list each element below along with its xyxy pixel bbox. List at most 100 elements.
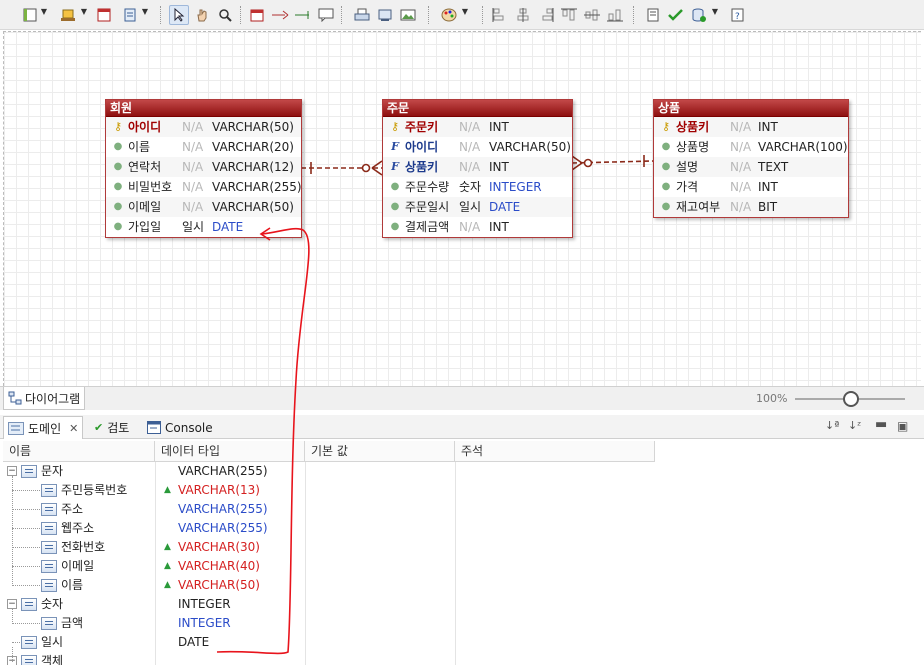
close-icon[interactable]: ✕ — [69, 422, 78, 435]
validate-icon[interactable] — [643, 5, 663, 25]
entity-column-row[interactable]: ● 연락처 N/A VARCHAR(12) — [106, 157, 301, 177]
entity-column-row[interactable]: ● 가입일 일시 DATE — [106, 217, 301, 237]
hand-icon[interactable] — [192, 5, 212, 25]
ddl-icon[interactable] — [689, 5, 709, 25]
entity-column-row[interactable]: F 상품키 N/A INT — [383, 157, 572, 177]
entity-column-row[interactable]: ⚷ 아이디 N/A VARCHAR(50) — [106, 117, 301, 137]
chevron-down-icon[interactable]: ▼ — [141, 7, 149, 16]
entity-column-row[interactable]: ● 비밀번호 N/A VARCHAR(255) — [106, 177, 302, 197]
column-header-default[interactable]: 기본 값 — [305, 441, 455, 462]
domain-row[interactable]: 이메일 ▲ VARCHAR(40) — [3, 557, 655, 576]
zoom-icon[interactable] — [215, 5, 235, 25]
tab-review[interactable]: ✔ 검토 — [90, 416, 133, 439]
zoom-slider-handle[interactable] — [843, 391, 859, 407]
align-left-icon[interactable] — [490, 5, 510, 25]
entity-column-row[interactable]: ● 이름 N/A VARCHAR(20) — [106, 137, 301, 157]
entity-column-row[interactable]: ● 이메일 N/A VARCHAR(50) — [106, 197, 301, 217]
collapse-toggle-icon[interactable]: − — [7, 466, 17, 476]
view-icon[interactable] — [120, 5, 140, 25]
chevron-down-icon[interactable]: ▼ — [711, 7, 719, 16]
column-header-type[interactable]: 데이터 타입 — [155, 441, 305, 462]
align-right-icon[interactable] — [536, 5, 556, 25]
column-type: DATE — [489, 200, 521, 214]
column-header-name[interactable]: 이름 — [3, 441, 155, 462]
align-bottom-icon[interactable] — [605, 5, 625, 25]
domain-group-row[interactable]: − 숫자 INTEGER — [3, 595, 655, 614]
entity-member[interactable]: 회원 ⚷ 아이디 N/A VARCHAR(50) ● 이름 N/A VARCHAR(20) ● 연… — [105, 99, 302, 238]
memo-icon[interactable] — [58, 5, 78, 25]
domain-row[interactable]: 이름 ▲ VARCHAR(50) — [3, 576, 655, 595]
column-icon: ● — [113, 181, 123, 192]
chevron-down-icon[interactable]: ▼ — [80, 7, 88, 16]
chevron-down-icon[interactable]: ▼ — [461, 7, 469, 16]
column-domain: 일시 — [459, 200, 482, 214]
entity-column-row[interactable]: ⚷ 상품키 N/A INT — [654, 117, 848, 137]
sort-descending-icon[interactable]: ↓ᶻ — [848, 419, 861, 432]
collapse-toggle-icon[interactable]: − — [7, 599, 17, 609]
relation-11-icon[interactable] — [293, 5, 313, 25]
entity-column-row[interactable]: ⚷ 주문키 N/A INT — [383, 117, 572, 137]
column-type: VARCHAR(50) — [489, 140, 571, 154]
tab-diagram[interactable]: 다이어그램 — [3, 387, 86, 410]
tree-connector — [12, 609, 13, 624]
column-icon: ● — [113, 221, 123, 232]
relation-1n-icon[interactable] — [270, 5, 290, 25]
domain-group-icon — [21, 655, 37, 665]
domain-icon — [41, 503, 57, 516]
entity-column-row[interactable]: ● 설명 N/A TEXT — [654, 157, 848, 177]
minimize-icon[interactable]: ▬ — [875, 417, 887, 432]
column-domain: N/A — [459, 140, 481, 154]
column-icon: ● — [661, 181, 671, 192]
align-center-icon[interactable] — [513, 5, 533, 25]
maximize-icon[interactable]: ▣ — [897, 419, 908, 433]
domain-row[interactable]: 웹주소 VARCHAR(255) — [3, 519, 655, 538]
entity-column-row[interactable]: ● 주문수량 숫자 INTEGER — [383, 177, 572, 197]
column-name: 주문키 — [405, 120, 439, 134]
column-header-comment[interactable]: 주석 — [455, 441, 655, 462]
tab-console[interactable]: Console — [143, 416, 217, 439]
image-icon[interactable] — [398, 5, 418, 25]
entity-column-row[interactable]: ● 재고여부 N/A BIT — [654, 197, 848, 217]
domain-group-row[interactable]: 일시 DATE — [3, 633, 655, 652]
color-icon[interactable] — [439, 5, 459, 25]
entity-column-row[interactable]: ● 상품명 N/A VARCHAR(100) — [654, 137, 848, 157]
domain-row[interactable]: 주민등록번호 ▲ VARCHAR(13) — [3, 481, 655, 500]
domain-row[interactable]: 주소 VARCHAR(255) — [3, 500, 655, 519]
domain-icon — [41, 484, 57, 497]
note-icon[interactable] — [316, 5, 336, 25]
check-icon[interactable] — [666, 5, 686, 25]
column-domain: N/A — [730, 120, 752, 134]
diagram-icon — [8, 391, 22, 405]
entity-column-row[interactable]: ● 가격 N/A INT — [654, 177, 848, 197]
sort-ascending-icon[interactable]: ↓ª — [825, 419, 839, 432]
entity-product[interactable]: 상품 ⚷ 상품키 N/A INT ● 상품명 N/A VARCHAR(100) ● 설명 N/A TE… — [653, 99, 849, 218]
select-icon[interactable] — [169, 5, 189, 25]
copy-image-icon[interactable] — [375, 5, 395, 25]
entity-column-row[interactable]: ● 결제금액 N/A INT — [383, 217, 572, 237]
primary-key-icon: ⚷ — [390, 120, 400, 133]
domain-group-row[interactable]: − 객체 — [3, 652, 655, 665]
domain-name: 문자 — [41, 464, 64, 478]
align-middle-icon[interactable] — [582, 5, 602, 25]
entity-order[interactable]: 주문 ⚷ 주문키 N/A INT F 아이디 N/A VARCHAR(50) F 상품키 N/A IN… — [382, 99, 573, 238]
help-icon[interactable]: ? — [728, 5, 748, 25]
column-type: INT — [489, 120, 509, 134]
entity-column-row[interactable]: F 아이디 N/A VARCHAR(50) — [383, 137, 572, 157]
column-type: VARCHAR(20) — [212, 140, 294, 154]
domain-row[interactable]: 전화번호 ▲ VARCHAR(30) — [3, 538, 655, 557]
table-icon[interactable] — [94, 5, 114, 25]
domain-row[interactable]: 금액 INTEGER — [3, 614, 655, 633]
new-table-icon[interactable] — [247, 5, 267, 25]
tab-domain[interactable]: 도메인 ✕ — [3, 416, 84, 439]
domain-name: 주소 — [61, 502, 84, 516]
column-icon: ● — [390, 221, 400, 232]
layout-icon[interactable] — [20, 5, 40, 25]
align-top-icon[interactable] — [559, 5, 579, 25]
chevron-down-icon[interactable]: ▼ — [40, 7, 48, 16]
domain-icon — [41, 617, 57, 630]
print-icon[interactable] — [352, 5, 372, 25]
column-domain: N/A — [182, 180, 204, 194]
domain-group-row[interactable]: − 문자 VARCHAR(255) — [3, 462, 655, 481]
entity-column-row[interactable]: ● 주문일시 일시 DATE — [383, 197, 572, 217]
column-type: INT — [489, 220, 509, 234]
